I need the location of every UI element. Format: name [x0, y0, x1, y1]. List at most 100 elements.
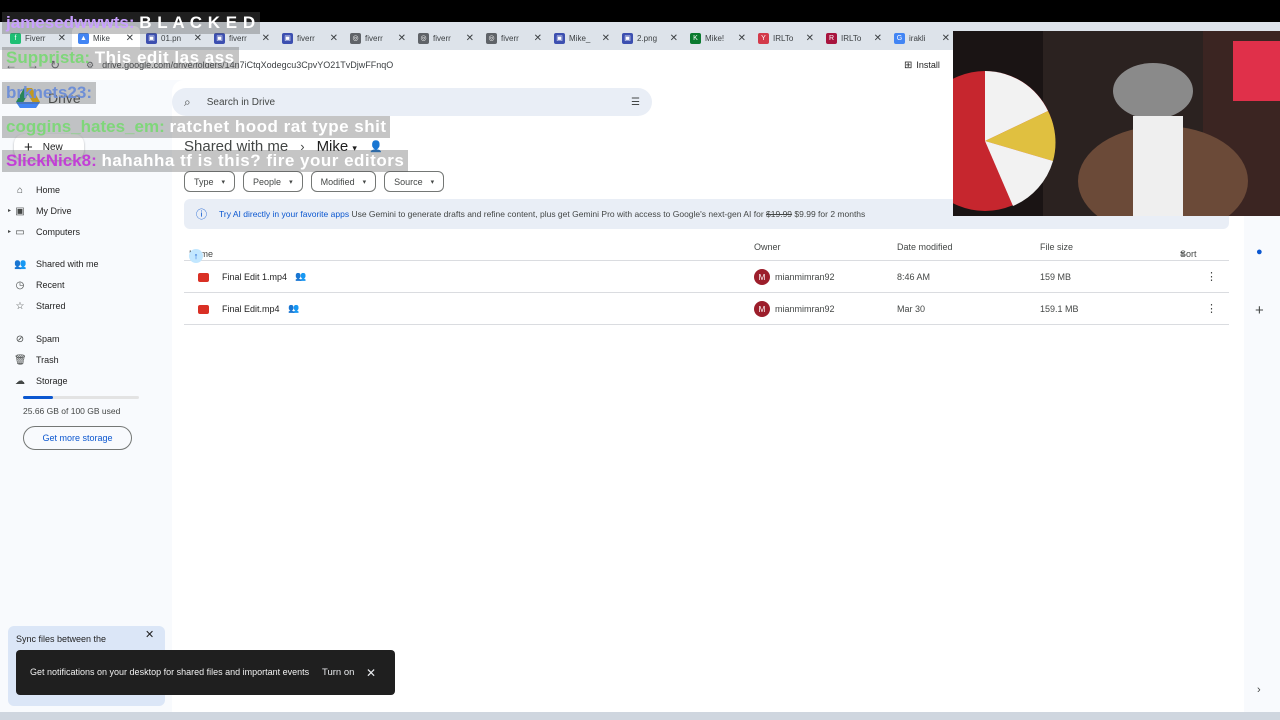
turn-on-button[interactable]: Turn on: [322, 667, 354, 678]
drive-icon: ▣: [15, 205, 25, 217]
spam-icon: ⊘: [15, 333, 25, 345]
modified-column-header[interactable]: Date modified: [897, 242, 953, 252]
star-icon: ☆: [15, 300, 25, 312]
tab-close-icon[interactable]: ✕: [942, 33, 950, 44]
chat-message: brknets23:: [2, 82, 96, 104]
more-actions-icon[interactable]: ⋮: [1206, 270, 1217, 283]
tab-favicon-icon: ◎: [486, 32, 497, 44]
video-file-icon: [198, 273, 209, 282]
clock-icon: ◷: [15, 279, 25, 291]
sync-close-icon[interactable]: ✕: [145, 628, 154, 641]
get-more-storage-button[interactable]: Get more storage: [23, 426, 132, 450]
install-label: Install: [916, 60, 940, 70]
cloud-icon: ☁: [15, 375, 25, 387]
stream-chat-overlay: jamesedwwwts: B L A C K E D Supprista: Th…: [0, 0, 460, 180]
chat-colon: :: [86, 83, 92, 102]
sidebar-item-label: Shared with me: [36, 259, 99, 269]
sidebar-item-computers[interactable]: ▭ Computers: [14, 223, 80, 241]
banner-title[interactable]: Try AI directly in your favorite apps: [219, 209, 349, 219]
chat-text: B L A C K E D: [139, 13, 256, 32]
sort-label: Sort: [1180, 249, 1197, 259]
taskbar: [0, 712, 1280, 720]
sidebar-item-storage[interactable]: ☁ Storage: [14, 372, 68, 390]
tab-close-icon[interactable]: ✕: [806, 33, 814, 44]
expand-caret-icon[interactable]: ▸: [8, 207, 11, 214]
owner-avatar: M: [754, 301, 770, 317]
file-row[interactable]: Final Edit 1.mp4 👥 Mmianmimran92 8:46 AM 159…: [184, 261, 1229, 293]
tab-close-icon[interactable]: ✕: [602, 33, 610, 44]
sidebar-item-starred[interactable]: ☆ Starred: [14, 297, 66, 315]
owner-avatar: M: [754, 269, 770, 285]
tab-label: irakli: [909, 33, 926, 43]
tab-close-icon[interactable]: ✕: [534, 33, 542, 44]
chat-message: jamesedwwwts: B L A C K E D: [2, 12, 260, 34]
expand-caret-icon[interactable]: ▸: [8, 228, 11, 235]
contacts-icon[interactable]: ●: [1256, 246, 1263, 258]
chat-username: jamesedwwwts: [6, 13, 129, 32]
banner-old-price: $19.99: [766, 209, 793, 219]
file-table-header: Name ↑ Owner Date modified File size ≡ S…: [184, 235, 1229, 263]
tab-label: Mike!: [705, 33, 725, 43]
file-name[interactable]: Final Edit 1.mp4: [222, 272, 287, 282]
size-column-header[interactable]: File size: [1040, 242, 1073, 252]
more-actions-icon[interactable]: ⋮: [1206, 302, 1217, 315]
tab-label: fiverr: [501, 33, 519, 43]
video-file-icon: [198, 305, 209, 314]
tab-favicon-icon: ▣: [554, 32, 565, 44]
search-options-icon[interactable]: ☰: [631, 97, 640, 108]
browser-tab[interactable]: ▣ 2.png ✕: [616, 26, 684, 50]
sidebar-item-shared-with-me[interactable]: 👥 Shared with me: [14, 255, 99, 273]
file-owner: mianmimran92: [775, 304, 835, 314]
sidebar-item-spam[interactable]: ⊘ Spam: [14, 330, 60, 348]
people-icon: 👥: [14, 258, 27, 270]
chat-username: coggins_hates_em: [6, 117, 160, 136]
storage-bar: [23, 396, 139, 399]
tab-favicon-icon: ▣: [622, 32, 633, 44]
file-owner: mianmimran92: [775, 272, 835, 282]
tab-favicon-icon: R: [826, 32, 837, 44]
shared-people-icon: 👥: [295, 271, 307, 281]
add-addon-icon[interactable]: +: [1255, 302, 1264, 319]
tab-favicon-icon: Y: [758, 32, 769, 44]
notification-close-icon[interactable]: ✕: [366, 666, 376, 680]
sidebar-item-home[interactable]: ⌂ Home: [14, 181, 60, 199]
tab-close-icon[interactable]: ✕: [738, 33, 746, 44]
sidebar-item-label: Home: [36, 185, 61, 195]
chat-text: hahahha tf is this? fire your editors: [101, 151, 405, 170]
browser-tab[interactable]: Girakli ✕: [888, 26, 956, 50]
file-date-modified: 8:46 AM: [897, 272, 931, 282]
browser-tab[interactable]: Y IRLTo ✕: [752, 26, 820, 50]
tab-label: Mike_: [569, 33, 591, 43]
sidebar-item-trash[interactable]: 🗑 Trash: [14, 351, 59, 369]
chat-colon: :: [84, 48, 95, 67]
browser-tab[interactable]: K Mike! ✕: [684, 26, 752, 50]
tab-label: IRLTo: [841, 33, 862, 43]
install-icon: ⊞: [904, 59, 913, 71]
tab-close-icon[interactable]: ✕: [874, 33, 882, 44]
tab-close-icon[interactable]: ✕: [670, 33, 678, 44]
sidebar-item-label: Spam: [36, 334, 60, 344]
chat-message: coggins_hates_em: ratchet hood rat type …: [2, 116, 391, 138]
chat-colon: :: [159, 117, 170, 136]
install-button[interactable]: ⊞ Install: [898, 55, 946, 75]
tab-close-icon[interactable]: ✕: [466, 33, 474, 44]
sidebar-item-label: Recent: [36, 280, 65, 290]
expand-panel-icon[interactable]: ›: [1257, 684, 1261, 696]
sidebar-item-label: My Drive: [36, 206, 72, 216]
owner-column-header[interactable]: Owner: [754, 242, 781, 252]
browser-tab[interactable]: ▣ Mike_ ✕: [548, 26, 616, 50]
sidebar-item-my-drive[interactable]: ▣ My Drive: [14, 202, 72, 220]
browser-tab[interactable]: R IRLTo ✕: [820, 26, 888, 50]
chat-username: brknets23: [6, 83, 87, 102]
notification-toast: Get notifications on your desktop for sh…: [16, 650, 395, 695]
chat-username: SlickNick8: [6, 151, 92, 170]
sidebar-item-label: Trash: [36, 355, 59, 365]
sidebar-item-recent[interactable]: ◷ Recent: [14, 276, 65, 294]
storage-bar-fill: [23, 396, 53, 399]
file-name[interactable]: Final Edit.mp4: [222, 304, 280, 314]
chat-text: ratchet hood rat type shit: [169, 117, 387, 136]
browser-tab[interactable]: ◎ fiverr ✕: [480, 26, 548, 50]
file-row[interactable]: Final Edit.mp4 👥 Mmianmimran92 Mar 30 159.1 …: [184, 293, 1229, 325]
sidebar-item-label: Computers: [36, 227, 81, 237]
chat-colon: :: [91, 151, 102, 170]
